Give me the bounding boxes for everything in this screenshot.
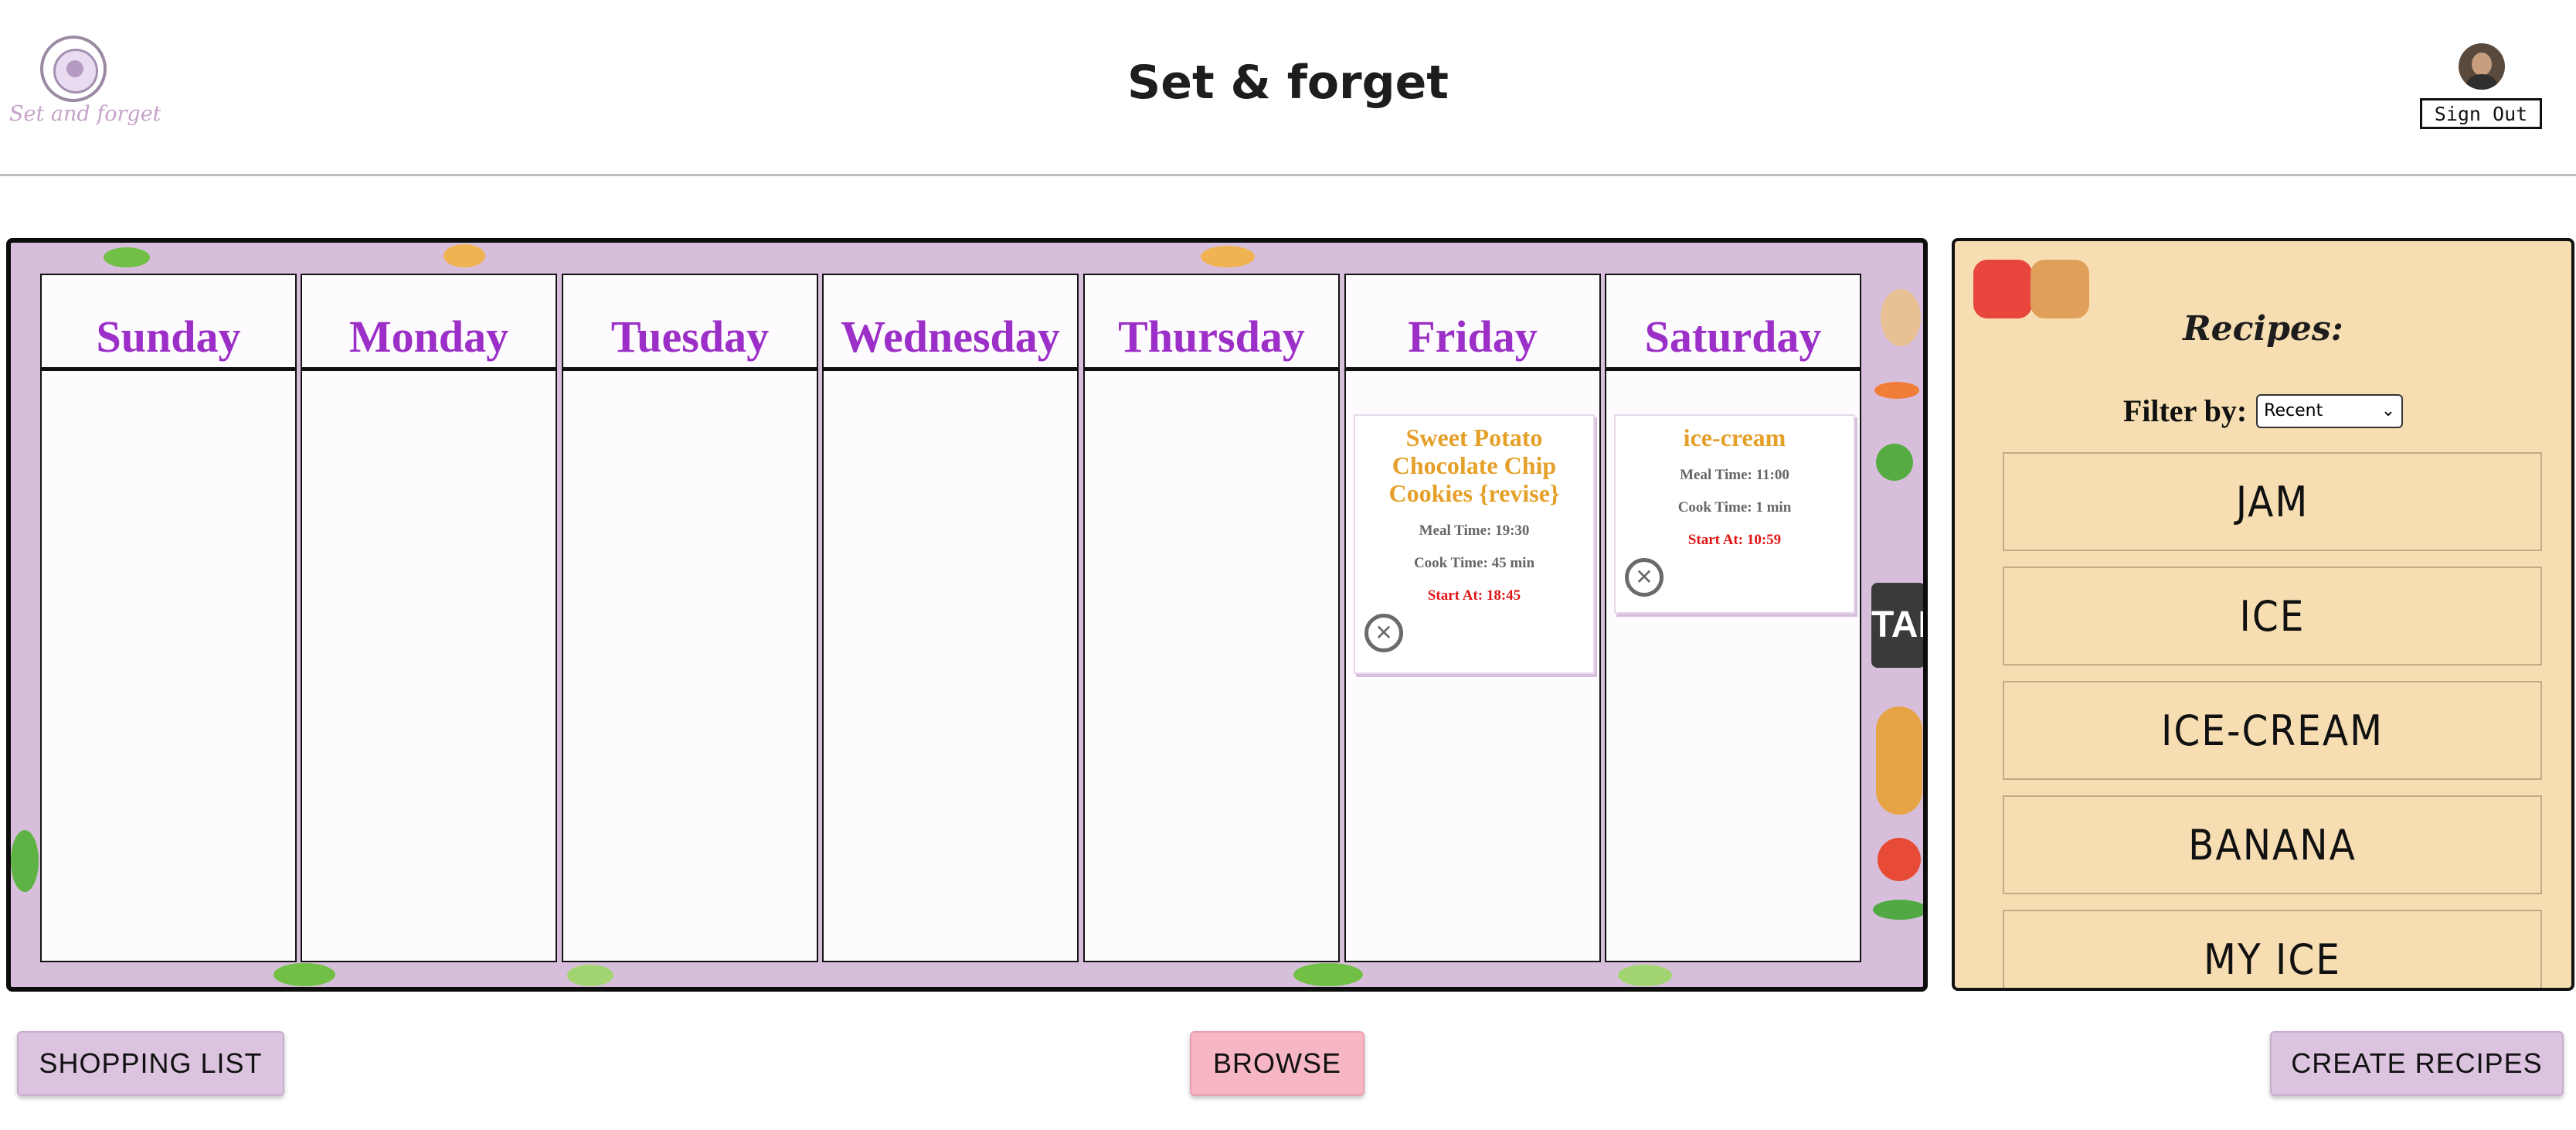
pea-doodle-icon [274, 963, 335, 986]
potato-doodle-icon [1881, 289, 1921, 346]
shopping-list-button[interactable]: SHOPPING LIST [17, 1031, 284, 1096]
recipe-item[interactable]: ICE [2003, 567, 2542, 665]
day-heading: Saturday [1606, 275, 1860, 371]
remove-meal-close-icon[interactable]: ✕ [1364, 614, 1403, 652]
meal-card[interactable]: ice-cream Meal Time: 11:00 Cook Time: 1 … [1614, 414, 1855, 614]
vegetables-sign-icon: TABL [1871, 583, 1923, 668]
day-column-wednesday[interactable]: Wednesday [822, 274, 1079, 962]
pea-doodle-icon [1293, 963, 1363, 986]
recipe-item[interactable]: BANANA [2003, 795, 2542, 894]
day-column-tuesday[interactable]: Tuesday [562, 274, 818, 962]
day-heading: Monday [302, 275, 556, 371]
recipes-title: Recipes: [2183, 309, 2343, 349]
day-heading: Sunday [42, 275, 295, 371]
vegetable-doodle-icon [443, 244, 485, 267]
filter-row: Filter by: Recent ⌄ [1955, 393, 2571, 429]
vegetable-doodle-icon [1201, 246, 1255, 267]
avatar-body [2465, 74, 2499, 90]
day-heading: Wednesday [824, 275, 1077, 371]
meal-time: Meal Time: 11:00 [1680, 467, 1789, 483]
day-column-saturday[interactable]: Saturday ice-cream Meal Time: 11:00 Cook… [1605, 274, 1861, 962]
avatar-face [2472, 53, 2492, 76]
day-heading: Thursday [1085, 275, 1338, 371]
vegetable-doodle-icon [567, 965, 613, 986]
ginger-doodle-icon [1876, 706, 1922, 815]
meal-title: Sweet Potato Chocolate Chip Cookies {rev… [1388, 424, 1560, 507]
remove-meal-close-icon[interactable]: ✕ [1625, 558, 1664, 597]
chevron-down-icon: ⌄ [2381, 401, 2396, 420]
recipe-list: JAM ICE ICE-CREAM BANANA MY ICE [2003, 452, 2542, 988]
day-heading: Tuesday [563, 275, 817, 371]
day-column-monday[interactable]: Monday [301, 274, 557, 962]
day-column-sunday[interactable]: Sunday [40, 274, 297, 962]
leaf-doodle-icon [1873, 900, 1923, 920]
meal-card[interactable]: Sweet Potato Chocolate Chip Cookies {rev… [1354, 414, 1595, 674]
start-at: Start At: 18:45 [1427, 587, 1521, 604]
recipe-item[interactable]: JAM [2003, 452, 2542, 551]
meal-time: Meal Time: 19:30 [1419, 522, 1530, 539]
day-column-friday[interactable]: Friday Sweet Potato Chocolate Chip Cooki… [1344, 274, 1601, 962]
meal-title: ice-cream [1683, 424, 1786, 451]
recipe-item[interactable]: ICE-CREAM [2003, 681, 2542, 780]
browse-button[interactable]: BROWSE [1190, 1031, 1364, 1096]
vegetable-doodle-icon [104, 247, 150, 267]
cook-time: Cook Time: 45 min [1413, 555, 1535, 571]
filter-label: Filter by: [2122, 393, 2248, 428]
recipe-item[interactable]: MY ICE [2003, 910, 2542, 988]
start-at: Start At: 10:59 [1687, 532, 1782, 548]
create-recipes-button[interactable]: CREATE RECIPES [2270, 1031, 2564, 1096]
leaf-doodle-icon [1876, 444, 1913, 481]
sign-out-button[interactable]: Sign Out [2420, 98, 2542, 129]
cook-time: Cook Time: 1 min [1677, 499, 1792, 516]
carrot-doodle-icon [1874, 382, 1919, 399]
pepper-doodle-icon [1878, 838, 1921, 881]
page-title: Set & forget [1127, 56, 1449, 110]
filter-select[interactable]: Recent ⌄ [2256, 393, 2404, 428]
leaf-doodle-icon [11, 830, 39, 892]
day-heading: Friday [1346, 275, 1599, 371]
filter-selected-value: Recent [2264, 401, 2323, 420]
vegetable-doodle-icon [1618, 965, 1672, 986]
recipes-panel: Recipes: Filter by: Recent ⌄ JAM ICE ICE… [1952, 238, 2574, 991]
day-column-thursday[interactable]: Thursday [1083, 274, 1340, 962]
app-header: Set and forget Set & forget Sign Out [0, 0, 2576, 176]
weekly-planner: TABL Sunday Monday Tuesday Wednesday Thu… [6, 238, 1928, 992]
avatar[interactable] [2459, 43, 2505, 90]
